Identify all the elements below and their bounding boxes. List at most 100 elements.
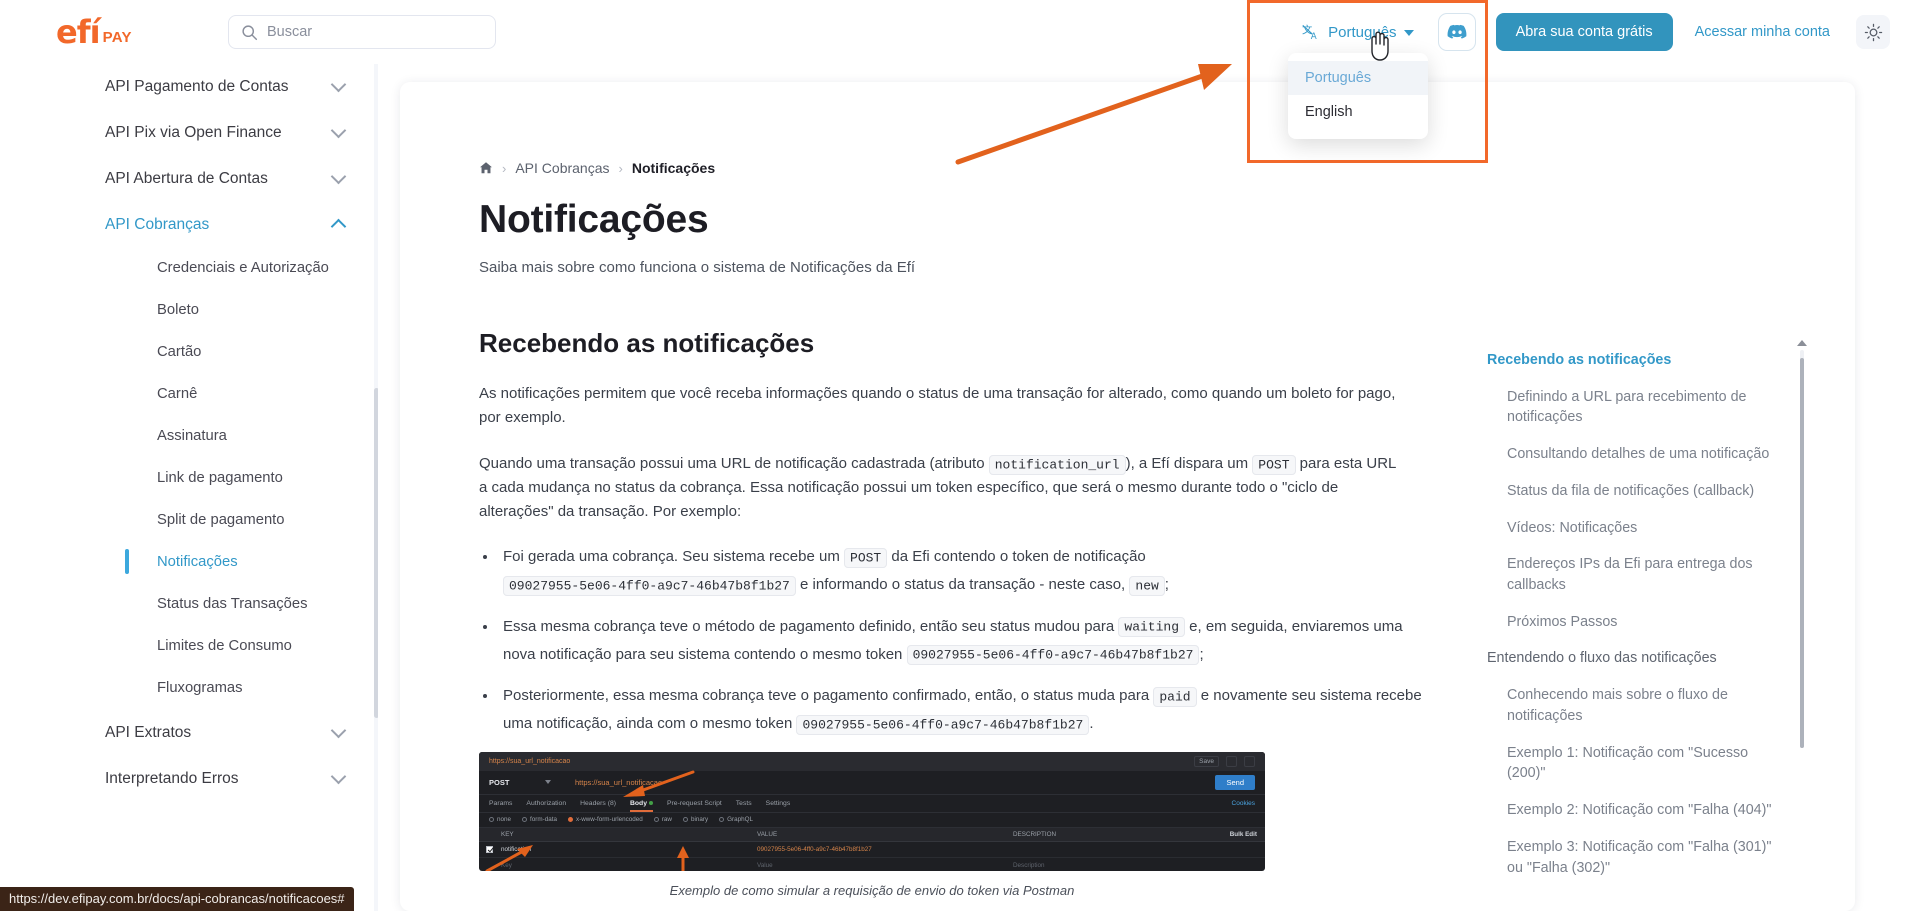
postman-tab-headers[interactable]: Headers (8) [580,800,616,807]
toc-item-conhecendo-mais[interactable]: Conhecendo mais sobre o fluxo de notific… [1487,685,1787,726]
sidebar-item-link-de-pagamento[interactable]: Link de pagamento [0,458,378,500]
sidebar-item-assinatura[interactable]: Assinatura [0,416,378,458]
sidebar-group-api-extratos[interactable]: API Extratos [0,710,378,756]
postman-bodytype-form-data[interactable]: form-data [522,816,557,823]
language-option-english[interactable]: English [1288,95,1428,129]
postman-tab-tests[interactable]: Tests [736,800,752,807]
paragraph-2-part-a: Quando uma transação possui uma URL de n… [479,455,989,473]
sun-icon [1864,23,1882,41]
radio-icon [682,817,688,823]
efi-pay-logo[interactable]: efí PAY [56,16,186,48]
login-link[interactable]: Acessar minha conta [1695,24,1830,40]
postman-request-tabs: Params Authorization Headers (8) Body Pr… [479,795,1265,813]
radio-icon [489,817,494,823]
toc-item-proximos-passos[interactable]: Próximos Passos [1487,612,1787,633]
toc-item-definindo-url[interactable]: Definindo a URL para recebimento de noti… [1487,387,1787,428]
sidebar-item-cartao[interactable]: Cartão [0,332,378,374]
sidebar-item-fluxogramas[interactable]: Fluxogramas [0,668,378,710]
bullet-text: ; [1164,576,1169,594]
chevron-down-icon [330,768,347,784]
chevron-down-icon [330,122,347,139]
postman-bodytype-graphql[interactable]: GraphQL [719,816,753,823]
open-account-button[interactable]: Abra sua conta grátis [1495,13,1673,51]
postman-bodytype-label: binary [690,816,709,824]
postman-method-select[interactable]: POST [489,778,537,787]
toc-item-videos-notificacoes[interactable]: Vídeos: Notificações [1487,518,1787,539]
postman-save-button[interactable]: Save [1194,755,1219,767]
toc-item-exemplo-1[interactable]: Exemplo 1: Notificação com "Sucesso (200… [1487,743,1787,784]
page-subtitle: Saiba mais sobre como funciona o sistema… [479,259,916,276]
postman-ghost-value: Value [757,861,773,869]
code-status-waiting: waiting [1118,617,1185,638]
postman-bodytype-urlencoded[interactable]: x-www-form-urlencoded [567,816,643,823]
sidebar-scrollbar-thumb[interactable] [374,388,378,718]
sidebar-item-carne[interactable]: Carnê [0,374,378,416]
discord-icon [1447,24,1466,39]
postman-bodytype-binary[interactable]: binary [682,816,709,824]
postman-bodytype-none[interactable]: none [489,816,511,823]
figure-caption: Exemplo de como simular a requisição de … [669,882,1075,898]
postman-tab-authorization[interactable]: Authorization [526,800,566,807]
search-input[interactable]: Buscar [228,15,496,49]
postman-send-button[interactable]: Send [1215,774,1255,790]
postman-bodytype-label: GraphQL [727,816,754,824]
postman-tab-params[interactable]: Params [489,800,512,807]
chevron-down-icon [330,722,347,738]
breadcrumb-parent[interactable]: API Cobranças [515,160,609,176]
postman-row-key: notification [501,845,532,853]
toc-item-status-da-fila[interactable]: Status da fila de notificações (callback… [1487,481,1787,502]
sidebar-group-api-pagamento-de-contas[interactable]: API Pagamento de Contas [0,64,378,110]
postman-tab-pre-request-script[interactable]: Pre-request Script [667,800,722,807]
toc-item-exemplo-2[interactable]: Exemplo 2: Notificação com "Falha (404)" [1487,800,1787,821]
sidebar-group-interpretando-erros[interactable]: Interpretando Erros [0,756,378,802]
toc-item-exemplo-3[interactable]: Exemplo 3: Notificação com "Falha (301)"… [1487,837,1787,878]
sidebar-group-api-abertura-de-contas[interactable]: API Abertura de Contas [0,156,378,202]
bullet-text: e informando o status da transação - nes… [795,576,1130,594]
language-option-portugues[interactable]: Português [1288,61,1428,95]
radio-icon [719,817,725,823]
postman-tab-body[interactable]: Body [630,800,653,812]
language-selector-button[interactable]: 文 A Português [1294,17,1421,48]
sidebar-item-boleto[interactable]: Boleto [0,290,378,332]
toc-scrollbar-thumb[interactable] [1800,358,1804,748]
sidebar-item-notificacoes[interactable]: Notificações [0,542,378,584]
postman-bodytype-label: raw [661,816,672,824]
toc-item-consultando-detalhes[interactable]: Consultando detalhes de uma notificação [1487,444,1787,465]
translate-icon: 文 A [1302,23,1317,42]
paragraph-2: Quando uma transação possui uma URL de n… [479,452,1404,523]
postman-bodytype-label: none [497,816,512,824]
sidebar-item-limites-de-consumo[interactable]: Limites de Consumo [0,626,378,668]
sidebar-item-credenciais-e-autorizacao[interactable]: Credenciais e Autorização [0,248,378,290]
toc-scroll-up-icon[interactable] [1797,340,1807,346]
checkbox-checked-icon[interactable] [486,845,493,853]
paragraph-1: As notificações permitem que você receba… [479,385,1396,426]
theme-toggle-button[interactable] [1856,15,1890,49]
bullet-list: Foi gerada uma cobrança. Seu sistema rec… [498,543,1423,738]
code-token: 09027955-5e06-4ff0-a9c7-46b47b8f1b27 [503,575,796,596]
home-icon[interactable] [479,161,493,175]
sidebar-group-label: API Cobranças [105,216,210,233]
postman-url-bar: POST https://sua_url_notificacao Send [479,771,1265,795]
postman-row-key-cell: notification [479,845,757,853]
postman-cookies-link[interactable]: Cookies [1232,800,1255,807]
code-post: POST [1252,454,1296,475]
postman-bodytype-raw[interactable]: raw [653,816,672,824]
sidebar-group-label: API Abertura de Contas [105,170,268,187]
docs-sidebar[interactable]: API Pagamento de Contas API Pix via Open… [0,64,378,911]
sidebar-group-api-pix-via-open-finance[interactable]: API Pix via Open Finance [0,110,378,156]
discord-button[interactable] [1437,13,1476,51]
toc-heading[interactable]: Recebendo as notificações [1487,350,1787,371]
postman-comment-icon[interactable] [1244,755,1255,767]
postman-tab-settings[interactable]: Settings [766,800,791,807]
toc-item-entendendo-fluxo[interactable]: Entendendo o fluxo das notificações [1487,648,1787,669]
toc-item-enderecos-ips[interactable]: Endereços IPs da Efi para entrega dos ca… [1487,554,1787,595]
chevron-up-icon [330,218,347,235]
sidebar-item-status-das-transacoes[interactable]: Status das Transações [0,584,378,626]
language-dropdown-menu[interactable]: Português English [1288,53,1428,139]
bullet-text: ; [1199,645,1204,663]
postman-code-icon[interactable] [1226,755,1237,767]
sidebar-group-api-cobrancas[interactable]: API Cobranças [0,202,378,248]
postman-bulk-edit-link[interactable]: Bulk Edit [1203,831,1265,838]
postman-url-input[interactable]: https://sua_url_notificacao [575,778,662,787]
sidebar-item-split-de-pagamento[interactable]: Split de pagamento [0,500,378,542]
